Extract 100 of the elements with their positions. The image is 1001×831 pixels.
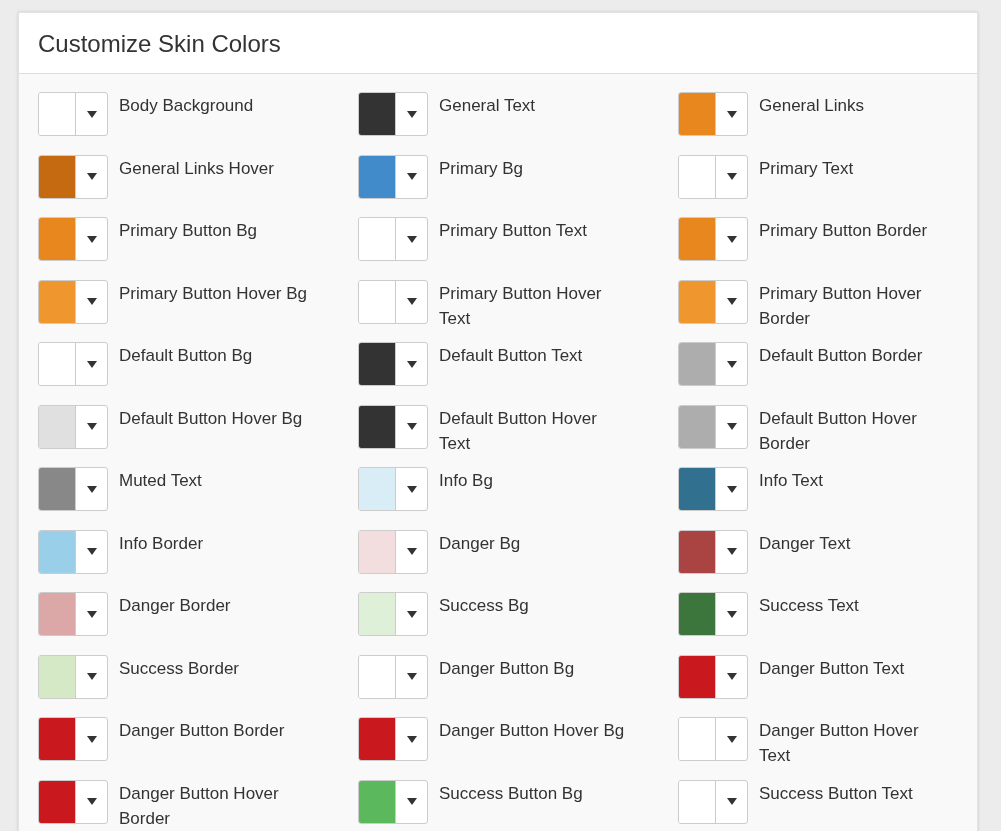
color-label: Danger Button Border bbox=[119, 720, 286, 742]
caret-icon bbox=[86, 360, 97, 368]
color-picker[interactable] bbox=[678, 717, 748, 761]
color-picker[interactable] bbox=[358, 92, 428, 136]
color-label: Primary Button Hover Bg bbox=[119, 282, 308, 305]
caret-icon bbox=[86, 173, 97, 180]
color-label: Primary Bg bbox=[439, 157, 525, 180]
color-label: Default Button Hover Bg bbox=[119, 407, 304, 430]
color-label: General Links bbox=[759, 95, 865, 117]
caret-icon bbox=[406, 110, 417, 118]
color-picker[interactable] bbox=[38, 342, 108, 386]
caret-icon bbox=[406, 235, 417, 243]
caret-icon bbox=[726, 173, 737, 180]
color-label: General Text bbox=[439, 95, 537, 117]
color-label: Default Button Text bbox=[439, 345, 584, 367]
color-label: Success Text bbox=[759, 595, 860, 617]
color-label: Primary Button Bg bbox=[119, 220, 258, 242]
color-picker[interactable] bbox=[358, 279, 428, 324]
color-picker[interactable] bbox=[38, 217, 108, 261]
caret-icon bbox=[726, 798, 737, 805]
color-picker[interactable] bbox=[678, 592, 748, 636]
color-picker[interactable] bbox=[678, 342, 748, 386]
color-picker[interactable] bbox=[678, 154, 748, 199]
caret-icon bbox=[86, 485, 97, 493]
color-label: Default Button Border bbox=[759, 345, 924, 367]
color-picker[interactable] bbox=[358, 779, 428, 824]
color-picker[interactable] bbox=[38, 92, 108, 136]
caret-icon bbox=[406, 673, 417, 680]
color-label: Danger Text bbox=[759, 532, 852, 555]
color-picker[interactable] bbox=[38, 654, 108, 699]
caret-icon bbox=[726, 360, 737, 368]
color-label: Success Bg bbox=[439, 595, 530, 617]
color-picker[interactable] bbox=[38, 154, 108, 199]
color-picker[interactable] bbox=[678, 467, 748, 511]
color-label: Default Button Bg bbox=[119, 345, 254, 367]
color-label: Info Text bbox=[759, 470, 824, 492]
caret-icon bbox=[406, 173, 417, 180]
color-picker[interactable] bbox=[358, 467, 428, 511]
card-title: Customize Skin Colors bbox=[38, 30, 281, 58]
caret-icon bbox=[726, 110, 737, 118]
color-label: Danger Button Hover Bg bbox=[439, 720, 626, 742]
color-label: Primary Button Hover Text bbox=[439, 282, 603, 330]
color-picker[interactable] bbox=[358, 154, 428, 199]
color-picker[interactable] bbox=[358, 654, 428, 699]
caret-icon bbox=[86, 235, 97, 243]
color-picker[interactable] bbox=[358, 217, 428, 261]
color-picker[interactable] bbox=[38, 279, 108, 324]
caret-icon bbox=[726, 423, 737, 430]
caret-icon bbox=[86, 610, 97, 618]
color-label: Danger Button Hover Border bbox=[119, 782, 280, 830]
color-label: Info Bg bbox=[439, 470, 494, 492]
caret-icon bbox=[406, 360, 417, 368]
color-picker[interactable] bbox=[678, 404, 748, 449]
caret-icon bbox=[86, 548, 97, 555]
color-picker[interactable] bbox=[678, 779, 748, 824]
color-label: Success Border bbox=[119, 657, 240, 680]
color-picker[interactable] bbox=[678, 279, 748, 324]
color-picker[interactable] bbox=[38, 467, 108, 511]
color-label: Default Button Hover Text bbox=[439, 407, 598, 455]
color-picker[interactable] bbox=[358, 592, 428, 636]
color-label: Danger Button Bg bbox=[439, 657, 576, 680]
caret-icon bbox=[406, 610, 417, 618]
color-label: Body Background bbox=[119, 95, 255, 117]
caret-icon bbox=[86, 735, 97, 743]
caret-icon bbox=[86, 110, 97, 118]
color-label: Primary Button Border bbox=[759, 220, 929, 242]
color-picker[interactable] bbox=[678, 92, 748, 136]
color-label: Danger Bg bbox=[439, 532, 522, 555]
color-picker[interactable] bbox=[38, 404, 108, 449]
color-picker[interactable] bbox=[678, 529, 748, 574]
caret-icon bbox=[726, 735, 737, 743]
color-picker[interactable] bbox=[678, 654, 748, 699]
color-label: Success Button Bg bbox=[439, 782, 584, 805]
caret-icon bbox=[406, 298, 417, 305]
color-label: Muted Text bbox=[119, 470, 203, 492]
caret-icon bbox=[726, 610, 737, 618]
caret-icon bbox=[726, 548, 737, 555]
color-picker[interactable] bbox=[678, 217, 748, 261]
color-picker[interactable] bbox=[358, 342, 428, 386]
color-label: Info Border bbox=[119, 532, 205, 555]
caret-icon bbox=[86, 423, 97, 430]
caret-icon bbox=[406, 548, 417, 555]
caret-icon bbox=[86, 673, 97, 680]
caret-icon bbox=[406, 798, 417, 805]
color-label: General Links Hover bbox=[119, 157, 275, 180]
color-label: Primary Text bbox=[759, 157, 855, 180]
color-picker[interactable] bbox=[358, 717, 428, 761]
caret-icon bbox=[406, 423, 417, 430]
color-picker[interactable] bbox=[38, 592, 108, 636]
color-picker[interactable] bbox=[38, 529, 108, 574]
caret-icon bbox=[726, 298, 737, 305]
color-picker[interactable] bbox=[358, 529, 428, 574]
color-label: Primary Button Text bbox=[439, 220, 589, 242]
caret-icon bbox=[406, 735, 417, 743]
caret-icon bbox=[726, 235, 737, 243]
color-picker[interactable] bbox=[358, 404, 428, 449]
color-picker[interactable] bbox=[38, 717, 108, 761]
color-picker[interactable] bbox=[38, 779, 108, 824]
color-label: Default Button Hover Border bbox=[759, 407, 918, 455]
caret-icon bbox=[726, 673, 737, 680]
